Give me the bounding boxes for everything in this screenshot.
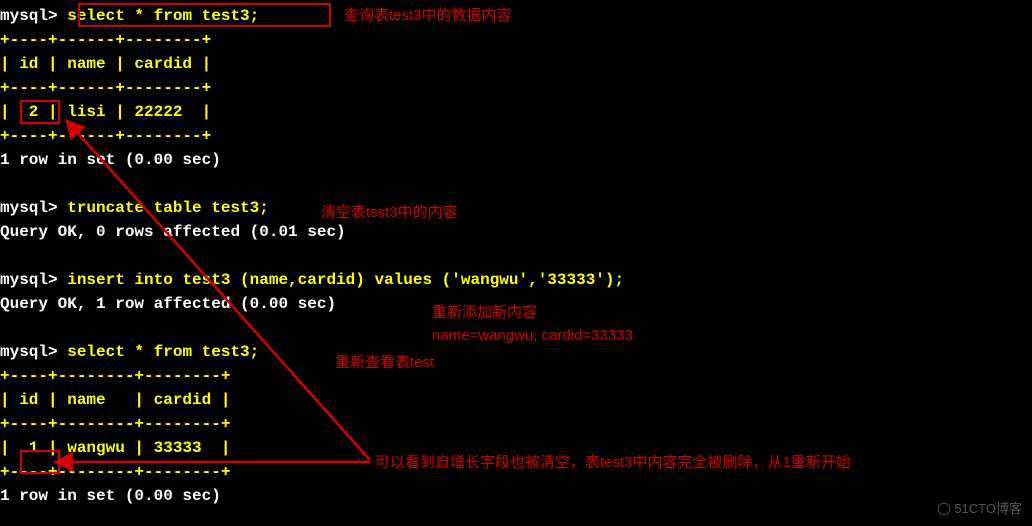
prompt: mysql> [0,343,58,361]
prompt: mysql> [0,199,58,217]
result-text: 1 row in set (0.00 sec) [0,148,1032,172]
sql-line: mysql> truncate table test3; [0,196,1032,220]
logo-icon [937,502,951,516]
highlight-box [78,3,331,27]
table-border: +----+------+--------+ [0,76,1032,100]
watermark-text: 51CTO博客 [937,499,1022,519]
highlight-box [20,450,60,474]
result-text: 1 row in set (0.00 sec) [0,484,1032,508]
command-text: truncate table test3; [67,199,269,217]
table-border: +----+--------+--------+ [0,412,1032,436]
highlight-box [20,100,60,124]
command-text: insert into test3 (name,cardid) values (… [67,271,624,289]
annotation-text: 查询表test3中的数据内容 [344,5,512,28]
annotation-text: 重新添加新内容 name=wangwu; cardid=33333 [432,302,633,347]
table-row: | 2 | lisi | 22222 | [0,100,1032,124]
table-border: +----+--------+--------+ [0,364,1032,388]
annotation-text: 可以看到自增长字段也被清空，表test3中内容完全被删除，从1重新开始 [375,452,851,475]
command-text: select * from test3; [67,343,259,361]
annotation-line: 重新添加新内容 [432,302,633,325]
prompt: mysql> [0,7,58,25]
result-text: Query OK, 0 rows affected (0.01 sec) [0,220,1032,244]
annotation-text: 重新查看表test [335,352,434,375]
annotation-line: name=wangwu; cardid=33333 [432,325,633,348]
sql-line: mysql> insert into test3 (name,cardid) v… [0,268,1032,292]
table-header: | id | name | cardid | [0,388,1032,412]
prompt: mysql> [0,271,58,289]
table-border: +----+------+--------+ [0,28,1032,52]
annotation-text: 清空表tsst3中的内容 [321,202,458,225]
table-border: +----+------+--------+ [0,124,1032,148]
table-header: | id | name | cardid | [0,52,1032,76]
